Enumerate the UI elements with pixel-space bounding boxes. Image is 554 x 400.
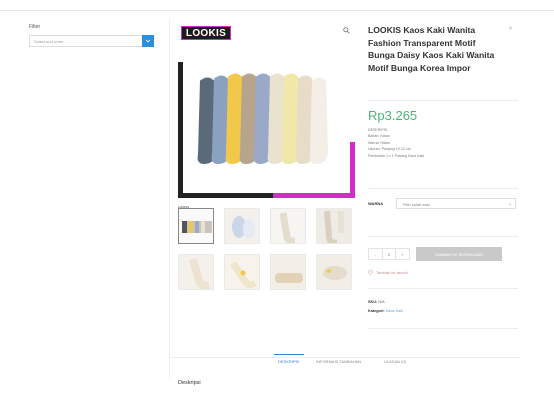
product-price: Rp3.265 [368,108,418,123]
sort-select[interactable]: Select sort order [29,35,154,47]
thumb-socks-beige[interactable] [270,254,306,290]
sidebar-title: Filter [29,24,41,30]
thumb-socks-feet[interactable] [316,208,352,244]
header-divider [0,10,554,11]
brand-logo: LOOKIS [181,26,231,40]
variant-select[interactable]: Pilih salah satu ⌄ [396,198,516,209]
category-row: Kategori: Kaos Kaki [368,309,403,313]
close-icon[interactable]: ✕ [508,25,513,32]
variant-select-placeholder: Pilih salah satu [403,202,430,207]
chevron-down-icon: ⌄ [507,201,512,207]
variant-divider [368,236,518,237]
actions-divider [368,288,518,289]
wishlist-link[interactable]: Tambah ke favorit [368,270,408,275]
thumb-socks-set[interactable] [178,208,214,244]
sku-value: N/A [378,300,385,304]
tab-reviews[interactable]: ULASAN (0) [384,359,406,364]
active-tab-indicator [274,354,304,355]
product-main-image[interactable]: LOOKIS [178,22,355,198]
image-frame-bottom-magenta [273,193,355,198]
thumb-socks-blue[interactable] [224,208,260,244]
socks-illustration [197,72,328,164]
description-heading: Deskripsi [178,380,201,386]
thumb-socks-pair[interactable] [316,254,352,290]
sku-row: SKU: N/A [368,300,385,304]
sort-select-placeholder: Select sort order [34,39,64,44]
qty-input[interactable]: 1 [381,249,397,259]
quantity-stepper[interactable]: - 1 + [368,248,410,260]
product-short-description: DESKRIPSI: Bahan: Katun Warna: Hitam Uku… [368,127,424,159]
thumb-socks-foot[interactable] [270,208,306,244]
meta-divider [368,328,518,329]
heart-icon [368,270,373,275]
qty-minus-button[interactable]: - [369,249,382,259]
chevron-down-icon[interactable] [142,35,154,47]
image-frame-bottom-dark [178,193,273,198]
description-divider [368,188,518,189]
title-divider [368,100,518,101]
variant-label: WARNA [368,201,384,206]
wishlist-label: Tambah ke favorit [376,270,408,275]
thumb-socks-daisy[interactable] [224,254,260,290]
sku-label: SKU: [368,300,378,304]
thumb-socks-flower[interactable] [178,254,214,290]
tab-description[interactable]: DESKRIPSI [278,359,299,364]
category-label: Kategori: [368,309,385,313]
category-link[interactable]: Kaos Kaki [386,309,403,313]
product-title: LOOKIS Kaos Kaki Wanita Fashion Transpar… [368,25,495,73]
add-to-cart-button[interactable]: TAMBAH KE KERANJANG [416,247,502,261]
tab-additional-info[interactable]: INFORMASI TAMBAHAN [316,359,361,364]
zoom-icon[interactable] [343,27,350,34]
column-divider [169,18,170,378]
tabs-divider [170,357,520,358]
description-line: Pembelian 1 x 1 Pasang Kaos Kaki [368,153,425,158]
image-frame-right [350,142,355,198]
qty-plus-button[interactable]: + [396,249,409,259]
image-frame-left [178,62,183,198]
